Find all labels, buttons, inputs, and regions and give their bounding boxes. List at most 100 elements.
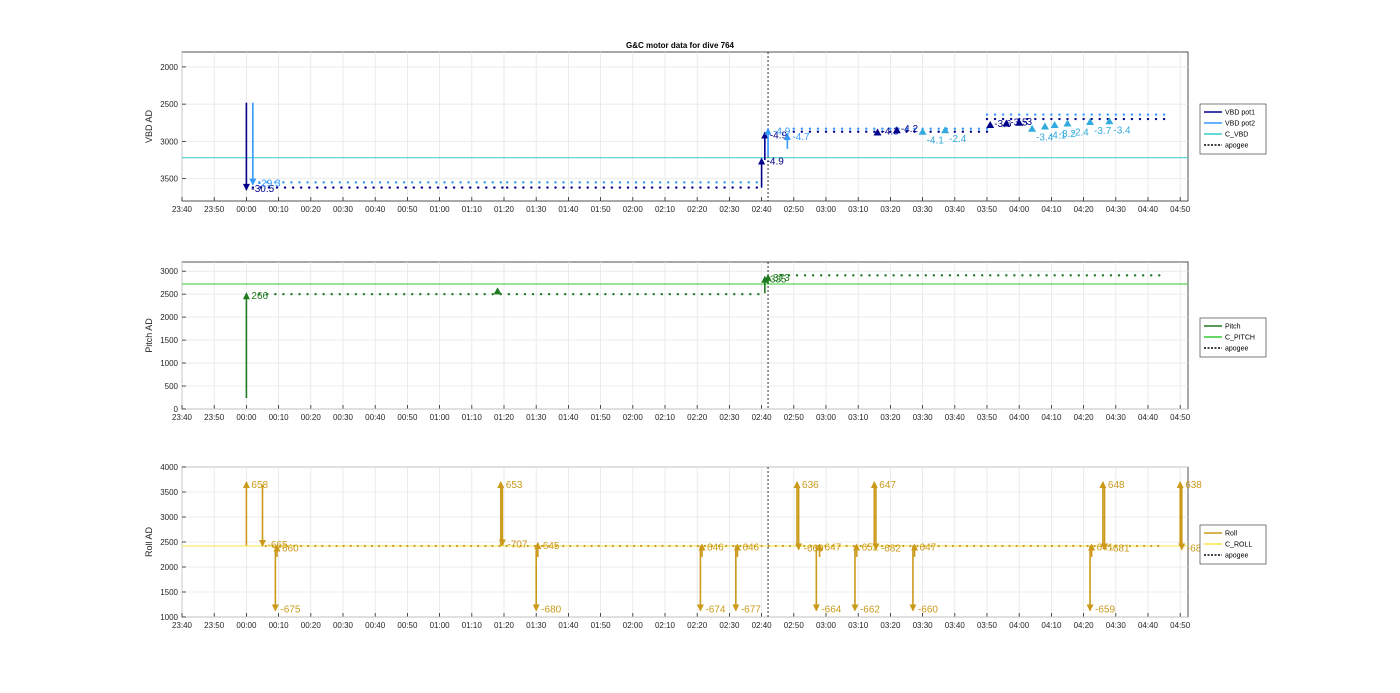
- pitch-point: [700, 292, 704, 296]
- vbd-pot1-point: [316, 186, 319, 189]
- pitch-point: [900, 274, 903, 277]
- vbd-pot1-point: [1122, 117, 1126, 121]
- x-tick-label: 03:30: [913, 205, 934, 214]
- roll-point: [420, 544, 423, 548]
- vbd-pot1-point: [1050, 117, 1053, 121]
- arrow-label: 646: [707, 543, 724, 554]
- pitch-point: [1109, 274, 1113, 277]
- pitch-point: [964, 274, 968, 277]
- vbd-pot1-point: [715, 186, 718, 189]
- vbd-pot2-point: [873, 127, 876, 130]
- roll-point: [1065, 544, 1068, 548]
- panel-pitch: 23:40 23:50 00:00 00:10 00:20 00:30 00:40 00:50…: [144, 261, 1267, 422]
- pitch-point: [306, 292, 309, 296]
- vbd-pot1-point: [538, 186, 541, 189]
- vbd-pot2-point: [378, 181, 382, 184]
- roll-point: [427, 544, 430, 548]
- vbd-pot1-point: [1114, 117, 1118, 121]
- pitch-point: [443, 292, 446, 296]
- vbd-pot2-point: [594, 181, 597, 184]
- pitch-point: [692, 292, 696, 296]
- x-tick-label: 00:00: [236, 205, 257, 214]
- vbd-pot1-point: [485, 186, 488, 189]
- pitch-point: [811, 274, 815, 277]
- vbd-pot1-point: [707, 186, 710, 189]
- pitch-point: [716, 292, 720, 296]
- x-tick-label: 03:10: [848, 205, 869, 214]
- x-tick-label: 04:50: [1170, 621, 1191, 630]
- roll-point: [406, 544, 409, 548]
- x-tick-label: 04:10: [1041, 413, 1062, 422]
- vbd-pot2-point: [602, 181, 606, 184]
- vbd-pot1-point: [1058, 117, 1061, 121]
- arrow-label: 636: [802, 480, 819, 491]
- vbd-pot2-point: [1146, 113, 1150, 116]
- x-tick-label: 02:30: [719, 205, 740, 214]
- roll-point: [980, 544, 983, 548]
- x-tick-label: 03:40: [945, 413, 966, 422]
- x-tick-label: 01:10: [462, 205, 483, 214]
- x-tick-label: 00:30: [333, 205, 354, 214]
- roll-point: [625, 544, 629, 548]
- vbd-pot2-point: [739, 181, 742, 184]
- legend: VBD pot1 VBD pot2 C_VBDapogee: [1199, 103, 1267, 155]
- pitch-point: [884, 274, 887, 277]
- vbd-pot2-label: -4.1: [927, 136, 945, 147]
- vbd-pot2-point: [1122, 113, 1126, 116]
- y-tick-label: 2500: [160, 100, 178, 109]
- x-tick-label: 04:20: [1074, 413, 1095, 422]
- vbd-pot1-point: [618, 186, 622, 189]
- arrow-label: -4.9: [767, 157, 785, 168]
- x-tick-label: 03:50: [977, 205, 998, 214]
- vbd-pot1-point: [372, 186, 375, 189]
- pitch-point: [467, 292, 470, 296]
- vbd-pot2-point: [977, 127, 981, 130]
- roll-point: [583, 544, 586, 548]
- figure-title: G&C motor data for dive 764: [626, 41, 735, 50]
- vbd-pot1-point: [1082, 117, 1085, 121]
- pitch-point: [346, 292, 350, 296]
- vbd-pot2-label: -3.7: [1094, 126, 1112, 137]
- pitch-point: [547, 292, 551, 296]
- roll-point: [965, 544, 969, 548]
- vbd-pot2-label: -2.4: [1072, 128, 1090, 139]
- pitch-point: [362, 292, 366, 296]
- roll-point: [349, 544, 352, 548]
- x-tick-label: 04:20: [1074, 205, 1095, 214]
- x-tick-label: 04:50: [1170, 413, 1191, 422]
- pitch-point: [757, 292, 760, 296]
- pitch-point: [876, 274, 879, 277]
- vbd-pot2-point: [691, 181, 694, 184]
- x-tick-label: 01:50: [591, 413, 612, 422]
- vbd-pot2-point: [1034, 113, 1037, 116]
- x-tick-label: 01:30: [526, 413, 547, 422]
- vbd-pot2-point: [1042, 113, 1045, 116]
- vbd-pot2-point: [642, 181, 646, 184]
- vbd-pot2-point: [800, 127, 804, 130]
- vbd-pot1-point: [340, 186, 343, 189]
- vbd-pot1-point: [586, 186, 589, 189]
- pitch-point: [298, 292, 301, 296]
- vbd-pot1-point: [723, 186, 726, 189]
- roll-point: [1043, 544, 1047, 548]
- roll-point: [455, 544, 459, 548]
- y-tick-label: 1500: [160, 588, 178, 597]
- pitch-point: [531, 292, 535, 296]
- pitch-point: [1029, 274, 1032, 277]
- vbd-pot2-point: [618, 181, 622, 184]
- vbd-pot2-point: [1090, 113, 1093, 116]
- pitch-point: [451, 292, 454, 296]
- roll-point: [1008, 544, 1011, 548]
- vbd-pot2-point: [808, 127, 812, 130]
- vbd-pot1-point: [610, 186, 614, 189]
- arrow-label: 653: [506, 480, 523, 491]
- vbd-pot2-point: [1082, 113, 1085, 116]
- pitch-point: [612, 292, 615, 296]
- y-axis-label: Roll AD: [144, 526, 154, 557]
- vbd-pot2-point: [1018, 113, 1021, 116]
- vbd-pot1-point: [977, 130, 981, 133]
- vbd-pot2-point: [411, 181, 414, 184]
- vbd-pot2-point: [953, 127, 956, 130]
- vbd-pot1-point: [452, 186, 456, 189]
- x-tick-label: 04:30: [1106, 621, 1127, 630]
